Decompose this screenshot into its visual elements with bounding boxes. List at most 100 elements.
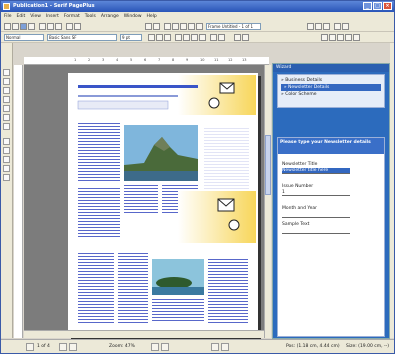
text-column[interactable] — [152, 299, 204, 323]
picture-tool-icon[interactable] — [3, 123, 10, 130]
justify-icon[interactable] — [199, 34, 206, 41]
ruler-tick-label: 9 — [186, 58, 189, 62]
size-combo[interactable]: 9 pt — [120, 34, 142, 41]
ellipse-tool-icon[interactable] — [3, 174, 10, 181]
open-icon[interactable] — [12, 23, 19, 30]
vertical-scrollbar[interactable] — [264, 65, 271, 338]
link-newsletter-details[interactable]: » Newsletter Details — [281, 84, 381, 91]
cut-icon[interactable] — [39, 23, 46, 30]
text-column[interactable] — [78, 253, 114, 323]
menu-window[interactable]: Window — [124, 12, 142, 21]
layout-icon[interactable] — [307, 23, 314, 30]
horizontal-scrollbar[interactable] — [24, 330, 264, 338]
bold-icon[interactable] — [148, 34, 155, 41]
menu-insert[interactable]: Insert — [46, 12, 59, 21]
find-icon[interactable] — [164, 23, 171, 30]
outdent-icon[interactable] — [242, 34, 249, 41]
close-button[interactable]: × — [383, 2, 392, 10]
fit-page-icon[interactable] — [211, 343, 219, 351]
layers-icon[interactable] — [221, 343, 229, 351]
mountain-photo[interactable] — [124, 125, 198, 181]
sample-input[interactable] — [282, 228, 350, 234]
order-icon[interactable] — [353, 34, 360, 41]
line-icon[interactable] — [329, 34, 336, 41]
ruler-tick-label: 11 — [214, 58, 219, 62]
numbering-icon[interactable] — [218, 34, 225, 41]
menu-edit[interactable]: Edit — [17, 12, 26, 21]
first-page-icon[interactable] — [26, 343, 34, 351]
zoom-out-icon[interactable] — [151, 343, 159, 351]
bullets-icon[interactable] — [210, 34, 217, 41]
link-color-scheme[interactable]: » Color Scheme — [281, 91, 381, 98]
document-page[interactable] — [68, 73, 258, 337]
menu-file[interactable]: File — [4, 12, 12, 21]
wrap-icon[interactable] — [345, 34, 352, 41]
page-canvas[interactable] — [24, 65, 269, 338]
ruler-tick-label: 12 — [228, 58, 233, 62]
menu-help[interactable]: Help — [147, 12, 157, 21]
replace-icon[interactable] — [172, 23, 179, 30]
table-icon[interactable] — [196, 23, 203, 30]
rotate-tool-icon[interactable] — [3, 78, 10, 85]
align-right-icon[interactable] — [191, 34, 198, 41]
indent-icon[interactable] — [234, 34, 241, 41]
maximize-button[interactable]: □ — [373, 2, 382, 10]
italic-icon[interactable] — [156, 34, 163, 41]
style-combo[interactable]: Normal — [4, 34, 44, 41]
redo-icon[interactable] — [74, 23, 81, 30]
view-icon[interactable] — [342, 23, 349, 30]
text-tool-icon[interactable] — [3, 96, 10, 103]
rect-tool-icon[interactable] — [3, 165, 10, 172]
menu-arrange[interactable]: Arrange — [101, 12, 119, 21]
text-column[interactable] — [118, 253, 148, 323]
text-column[interactable] — [78, 188, 120, 238]
issue-input[interactable]: 1 — [282, 190, 350, 196]
layout3-icon[interactable] — [323, 23, 330, 30]
ruler-tick-label: 4 — [116, 58, 119, 62]
layout2-icon[interactable] — [315, 23, 322, 30]
field-month: Month and Year — [282, 206, 350, 218]
zoom-level[interactable]: Zoom: 47% — [109, 343, 135, 351]
fill-icon[interactable] — [321, 34, 328, 41]
paste-icon[interactable] — [55, 23, 62, 30]
frame-combo[interactable]: Frame Untitled - 1 of 1 — [206, 23, 261, 30]
line-tool-icon[interactable] — [3, 138, 10, 145]
new-icon[interactable] — [4, 23, 11, 30]
link-business-details[interactable]: » Business Details — [281, 77, 381, 84]
shape-tool-icon[interactable] — [3, 156, 10, 163]
field-issue: Issue Number 1 — [282, 184, 350, 196]
frame-tool-icon[interactable] — [3, 105, 10, 112]
menu-view[interactable]: View — [30, 12, 41, 21]
text-icon[interactable] — [180, 23, 187, 30]
month-input[interactable] — [282, 212, 350, 218]
undo-icon[interactable] — [66, 23, 73, 30]
table-tool-icon[interactable] — [3, 114, 10, 121]
next-page-icon[interactable] — [59, 343, 67, 351]
last-page-icon[interactable] — [69, 343, 77, 351]
pen-tool-icon[interactable] — [3, 147, 10, 154]
copy-icon[interactable] — [47, 23, 54, 30]
island-photo[interactable] — [152, 259, 204, 295]
art-icon[interactable] — [188, 23, 195, 30]
text-column[interactable] — [124, 185, 158, 215]
text-column[interactable] — [78, 123, 120, 183]
spell-icon[interactable] — [145, 23, 152, 30]
zoom-icon[interactable] — [334, 23, 341, 30]
text-column[interactable] — [208, 259, 248, 323]
minimize-button[interactable]: _ — [363, 2, 372, 10]
menu-tools[interactable]: Tools — [85, 12, 96, 21]
menu-format[interactable]: Format — [64, 12, 80, 21]
align-center-icon[interactable] — [183, 34, 190, 41]
print-icon[interactable] — [28, 23, 35, 30]
scroll-thumb[interactable] — [265, 135, 271, 195]
save-icon[interactable] — [20, 23, 27, 30]
crop-tool-icon[interactable] — [3, 87, 10, 94]
link-icon[interactable] — [153, 23, 160, 30]
pointer-tool-icon[interactable] — [3, 69, 10, 76]
align-left-icon[interactable] — [175, 34, 182, 41]
underline-icon[interactable] — [164, 34, 171, 41]
title-input[interactable]: Newsletter title here — [282, 168, 350, 174]
font-combo[interactable]: Basic Sans SF — [47, 34, 117, 41]
shadow-icon[interactable] — [337, 34, 344, 41]
zoom-in-icon[interactable] — [161, 343, 169, 351]
